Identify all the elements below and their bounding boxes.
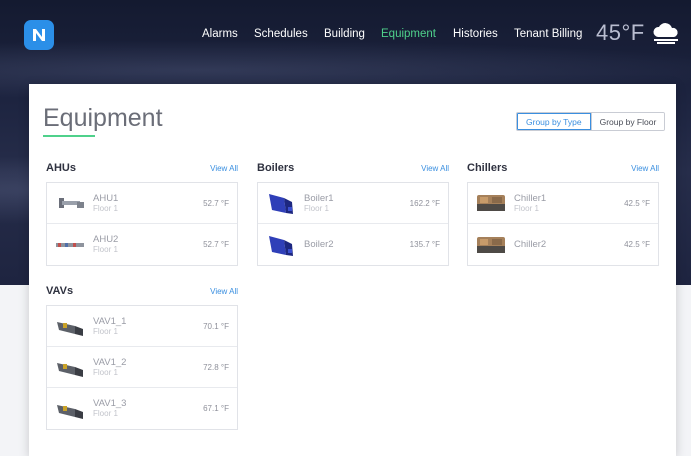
- view-all-ahus-link[interactable]: View All: [210, 164, 238, 173]
- equipment-list: AHU1 Floor 1 52.7 °F AHU2 Floor 1 52.7 °…: [46, 182, 238, 266]
- vav-icon: [53, 395, 87, 423]
- group-by-type-button[interactable]: Group by Type: [517, 113, 591, 130]
- equipment-name: Chiller2: [514, 239, 547, 250]
- nav-equipment[interactable]: Equipment: [381, 28, 436, 40]
- ahu-icon: [53, 231, 87, 259]
- view-all-vavs-link[interactable]: View All: [210, 287, 238, 296]
- temperature-readout: 45°F: [596, 20, 645, 45]
- group-title: AHUs: [46, 162, 76, 174]
- page-title: Equipment: [43, 104, 163, 132]
- equipment-floor: Floor 1: [93, 326, 118, 336]
- equipment-value: 162.2 °F: [409, 198, 440, 208]
- equipment-name: Chiller1: [514, 192, 547, 204]
- equipment-value: 72.8 °F: [203, 362, 229, 372]
- nav-tenant-billing[interactable]: Tenant Billing: [514, 28, 582, 40]
- equipment-name: VAV1_1: [93, 315, 127, 327]
- equipment-value: 135.7 °F: [409, 240, 440, 249]
- view-all-boilers-link[interactable]: View All: [421, 164, 449, 173]
- equipment-row[interactable]: Chiller2 42.5 °F: [468, 224, 658, 265]
- equipment-floor: Floor 1: [93, 367, 118, 377]
- equipment-row[interactable]: Boiler1 Floor 1 162.2 °F: [258, 183, 448, 224]
- group-title: Chillers: [467, 162, 508, 174]
- group-title: VAVs: [46, 285, 74, 297]
- vav-icon: [53, 353, 87, 381]
- group-chillers: Chillers View All Chiller1 Floor 1 42.5 …: [467, 162, 659, 266]
- equipment-row[interactable]: VAV1_3 Floor 1 67.1 °F: [47, 388, 237, 429]
- equipment-name: VAV1_3: [93, 398, 127, 409]
- equipment-floor: Floor 1: [93, 409, 118, 418]
- equipment-panel: Equipment Group by Type Group by Floor A…: [29, 84, 676, 456]
- equipment-row[interactable]: AHU2 Floor 1 52.7 °F: [47, 224, 237, 265]
- nav-alarms[interactable]: Alarms: [202, 28, 238, 40]
- weather-widget: 45°F: [596, 20, 681, 46]
- title-underline: [43, 135, 95, 137]
- group-vavs: VAVs View All VAV1_1 Floor 1 70.1 °F VAV: [46, 285, 238, 430]
- cloud-icon: [653, 23, 678, 44]
- boiler-icon: [264, 189, 298, 217]
- equipment-name: Boiler2: [304, 239, 334, 250]
- ahu-icon: [53, 189, 87, 217]
- boiler-icon: [264, 231, 298, 259]
- equipment-list: Boiler1 Floor 1 162.2 °F Boiler2 135.7 °…: [257, 182, 449, 266]
- equipment-floor: Floor 1: [514, 203, 539, 213]
- equipment-value: 52.7 °F: [203, 240, 229, 249]
- equipment-value: 52.7 °F: [203, 198, 229, 208]
- equipment-row[interactable]: VAV1_1 Floor 1 70.1 °F: [47, 306, 237, 347]
- equipment-name: AHU1: [93, 192, 119, 204]
- equipment-floor: Floor 1: [304, 203, 329, 213]
- equipment-row[interactable]: Boiler2 135.7 °F: [258, 224, 448, 265]
- equipment-row[interactable]: Chiller1 Floor 1 42.5 °F: [468, 183, 658, 224]
- grouping-toggle: Group by Type Group by Floor: [516, 112, 666, 131]
- equipment-name: Boiler1: [304, 192, 334, 204]
- chiller-icon: [474, 189, 508, 217]
- group-ahus: AHUs View All AHU1 Floor 1 52.7 °F AHU2: [46, 162, 238, 266]
- equipment-floor: Floor 1: [93, 203, 118, 213]
- group-title: Boilers: [257, 162, 295, 174]
- nav-building[interactable]: Building: [324, 28, 365, 40]
- equipment-name: VAV1_2: [93, 356, 127, 368]
- group-boilers: Boilers View All Boiler1 Floor 1 162.2 °…: [257, 162, 449, 266]
- view-all-chillers-link[interactable]: View All: [631, 164, 659, 173]
- logo-n-icon: [33, 29, 45, 41]
- equipment-row[interactable]: VAV1_2 Floor 1 72.8 °F: [47, 347, 237, 388]
- equipment-list: VAV1_1 Floor 1 70.1 °F VAV1_2 Floor 1 72…: [46, 305, 238, 430]
- equipment-name: AHU2: [93, 234, 119, 245]
- nav-histories[interactable]: Histories: [453, 28, 498, 40]
- group-by-floor-button[interactable]: Group by Floor: [590, 113, 665, 130]
- chiller-icon: [474, 231, 508, 259]
- equipment-value: 42.5 °F: [624, 240, 650, 249]
- equipment-value: 42.5 °F: [624, 198, 650, 208]
- equipment-floor: Floor 1: [93, 245, 118, 254]
- equipment-value: 70.1 °F: [203, 321, 229, 331]
- equipment-value: 67.1 °F: [203, 404, 229, 413]
- equipment-list: Chiller1 Floor 1 42.5 °F Chiller2 42.5 °…: [467, 182, 659, 266]
- equipment-row[interactable]: AHU1 Floor 1 52.7 °F: [47, 183, 237, 224]
- nav-schedules[interactable]: Schedules: [254, 28, 308, 40]
- vav-icon: [53, 312, 87, 340]
- app-logo[interactable]: [24, 20, 54, 50]
